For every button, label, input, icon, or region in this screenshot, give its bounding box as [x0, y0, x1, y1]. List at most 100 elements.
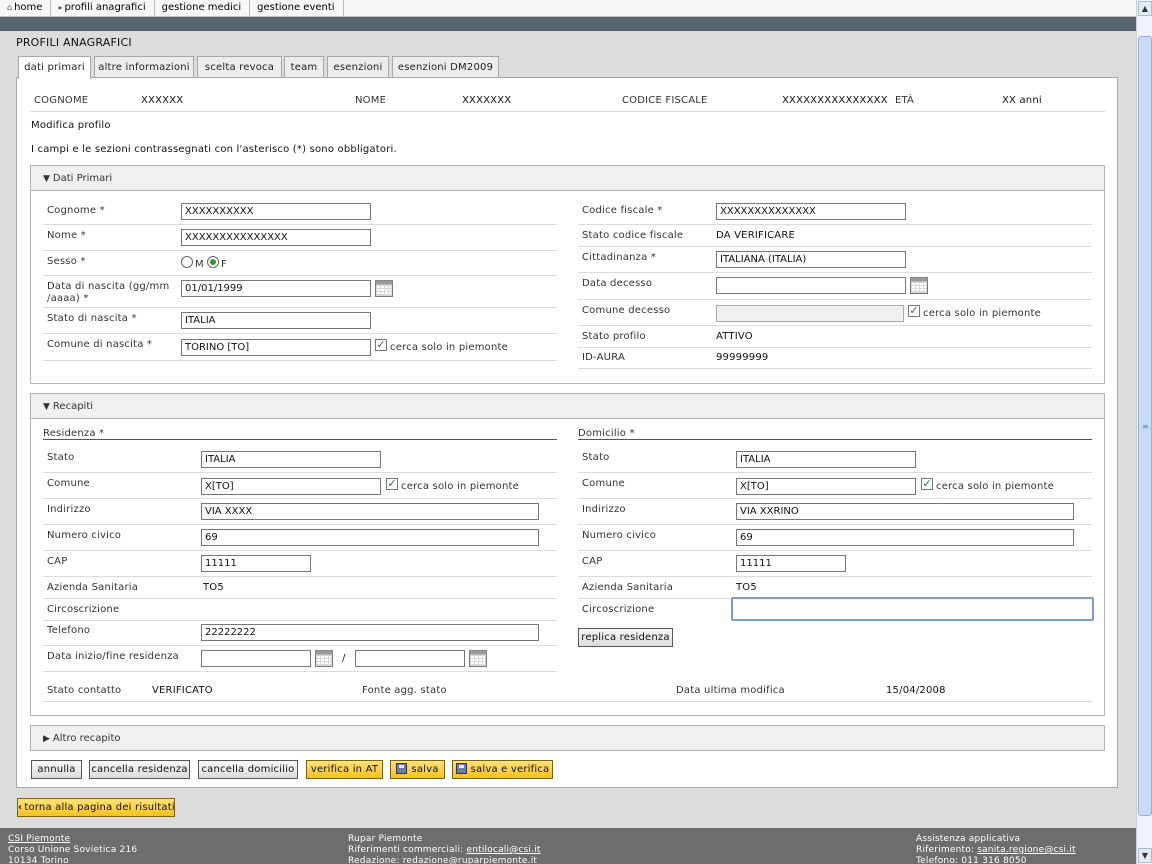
nav-gestione-medici[interactable]: gestione medici [155, 0, 251, 16]
res-indirizzo-input[interactable]: VIA XXXX [201, 503, 539, 520]
dom-comune-label: Comune [582, 478, 625, 489]
tab-dati-primari[interactable]: dati primari [18, 56, 91, 79]
dom-stato-input[interactable]: ITALIA [736, 451, 916, 468]
grip-icon: ≡ [1142, 422, 1149, 431]
res-date-end-input[interactable] [355, 650, 465, 667]
footer-csi-link[interactable]: CSI Piemonte [8, 834, 70, 844]
fonte-agg-label: Fonte agg. stato [362, 685, 447, 696]
calendar-icon[interactable] [910, 277, 928, 294]
dom-stato-label: Stato [582, 452, 610, 463]
tab-esenzioni[interactable]: esenzioni [327, 56, 389, 78]
footer-riferimento-link[interactable]: sanita.regione@csi.it [977, 845, 1076, 855]
page-title: PROFILI ANAGRAFICI [16, 36, 132, 49]
res-asl-value: TO5 [203, 582, 224, 593]
dom-comune-input[interactable]: X[TO] [736, 478, 916, 495]
footer-redazione-link[interactable]: redazione@ruparpiemonte.it [403, 856, 537, 864]
top-navigation: ⌂ home ▸ profili anagrafici gestione medic… [0, 0, 1136, 17]
sesso-f-radio[interactable] [207, 256, 219, 268]
cancella-domicilio-button[interactable]: cancella domicilio [198, 760, 298, 779]
calendar-icon[interactable] [315, 650, 333, 667]
data-nascita-input[interactable]: 01/01/1999 [181, 280, 371, 297]
divider [578, 498, 1092, 499]
dom-indirizzo-input[interactable]: VIA XXRINO [736, 503, 1074, 520]
nav-gestione-eventi[interactable]: gestione eventi [250, 0, 344, 16]
torna-risultati-label: torna alla pagina dei risultati [24, 802, 175, 813]
dom-cerca-piemonte-checkbox[interactable]: ✓ [921, 478, 933, 490]
stato-cf-label: Stato codice fiscale [582, 230, 684, 241]
res-cap-input[interactable]: 11111 [201, 555, 311, 572]
scroll-up-icon[interactable]: ▲ [1138, 1, 1152, 16]
calendar-icon[interactable] [469, 650, 487, 667]
comune-decesso-input[interactable] [716, 305, 904, 322]
res-comune-input[interactable]: X[TO] [201, 478, 381, 495]
chevron-left-icon: ‹ [18, 802, 23, 813]
dom-cerca-piemonte-label: cerca solo in piemonte [936, 481, 1054, 492]
summary-eta-value: XX anni [1002, 95, 1042, 106]
data-decesso-label: Data decesso [582, 278, 653, 289]
res-tel-input[interactable]: 22222222 [201, 624, 539, 641]
sesso-m-radio[interactable] [181, 256, 193, 268]
divider [578, 272, 1092, 273]
res-tel-label: Telefono [47, 625, 91, 636]
divider [43, 550, 557, 551]
salva-button[interactable]: salva [390, 760, 445, 779]
nav-home[interactable]: ⌂ home [0, 0, 52, 16]
comune-nascita-input[interactable]: TORINO [TO] [181, 339, 371, 356]
replica-residenza-button[interactable]: replica residenza [578, 628, 673, 647]
dom-cap-input[interactable]: 11111 [736, 555, 846, 572]
res-stato-input[interactable]: ITALIA [201, 451, 381, 468]
tab-team[interactable]: team [284, 56, 324, 78]
dom-civico-label: Numero civico [582, 530, 657, 541]
section-recapiti-header[interactable]: ▼ Recapiti [30, 393, 1105, 419]
summary-cognome-label: COGNOME [34, 95, 89, 106]
data-decesso-input[interactable] [716, 277, 906, 294]
data-nascita-label-2: /aaaa) * [47, 293, 89, 304]
res-civico-input[interactable]: 69 [201, 529, 539, 546]
stato-nascita-input[interactable]: ITALIA [181, 312, 371, 329]
footer-commerciali-link[interactable]: entilocali@csi.it [466, 845, 540, 855]
divider [43, 307, 557, 308]
verifica-in-at-button[interactable]: verifica in AT [306, 760, 383, 779]
idaura-label: ID-AURA [582, 352, 625, 363]
nav-profili-anagrafici[interactable]: ▸ profili anagrafici [51, 0, 155, 16]
cognome-label: Cognome * [47, 205, 105, 216]
vertical-scrollbar[interactable]: ▲ ≡ ▼ [1136, 0, 1152, 864]
summary-cf-label: CODICE FISCALE [622, 95, 708, 106]
divider [43, 250, 557, 251]
floppy-disk-icon [396, 763, 408, 774]
cognome-input[interactable]: XXXXXXXXXX [181, 203, 371, 220]
res-cerca-piemonte-checkbox[interactable]: ✓ [386, 478, 398, 490]
stato-cf-value: DA VERIFICARE [716, 230, 795, 241]
calendar-icon[interactable] [375, 280, 393, 297]
scroll-thumb[interactable]: ≡ [1138, 36, 1152, 816]
dom-civico-input[interactable]: 69 [736, 529, 1074, 546]
cerca-piemonte-checkbox[interactable]: ✓ [375, 339, 387, 351]
torna-risultati-button[interactable]: ‹ torna alla pagina dei risultati [17, 798, 175, 817]
footer-commerciali-label: Riferimenti commerciali: [348, 845, 464, 855]
cf-input[interactable]: XXXXXXXXXXXXXX [716, 203, 906, 220]
domicilio-heading: Domicilio * [578, 428, 635, 439]
stato-contatto-value: VERIFICATO [152, 685, 213, 696]
divider [43, 333, 557, 334]
dom-cap-label: CAP [582, 556, 603, 567]
divider [578, 299, 1092, 300]
cancella-residenza-button[interactable]: cancella residenza [89, 760, 190, 779]
salva-e-verifica-button[interactable]: salva e verifica [452, 760, 553, 779]
tab-esenzioni-dm2009[interactable]: esenzioni DM2009 [392, 56, 499, 78]
summary-eta-label: ETÀ [895, 95, 915, 106]
cerca-piemonte-decesso-checkbox[interactable]: ✓ [908, 305, 920, 317]
scroll-down-icon[interactable]: ▼ [1138, 848, 1152, 863]
annulla-button[interactable]: annulla [31, 760, 82, 779]
dom-indirizzo-label: Indirizzo [582, 504, 626, 515]
nome-input[interactable]: XXXXXXXXXXXXXXX [181, 229, 371, 246]
comune-decesso-label: Comune decesso [582, 305, 671, 316]
res-date-start-input[interactable] [201, 650, 311, 667]
tab-scelta-revoca[interactable]: scelta revoca [197, 56, 282, 78]
section-altro-recapito-header[interactable]: ▶ Altro recapito [30, 725, 1105, 751]
tab-altre-informazioni[interactable]: altre informazioni [94, 56, 194, 78]
cittadinanza-input[interactable]: ITALIANA (ITALIA) [716, 251, 906, 268]
dom-circ-input[interactable] [731, 597, 1094, 621]
section-dati-primari-header[interactable]: ▼ Dati Primari [30, 165, 1105, 191]
footer-riferimento-label: Riferimento: [916, 845, 975, 855]
dom-asl-value: TO5 [736, 582, 757, 593]
